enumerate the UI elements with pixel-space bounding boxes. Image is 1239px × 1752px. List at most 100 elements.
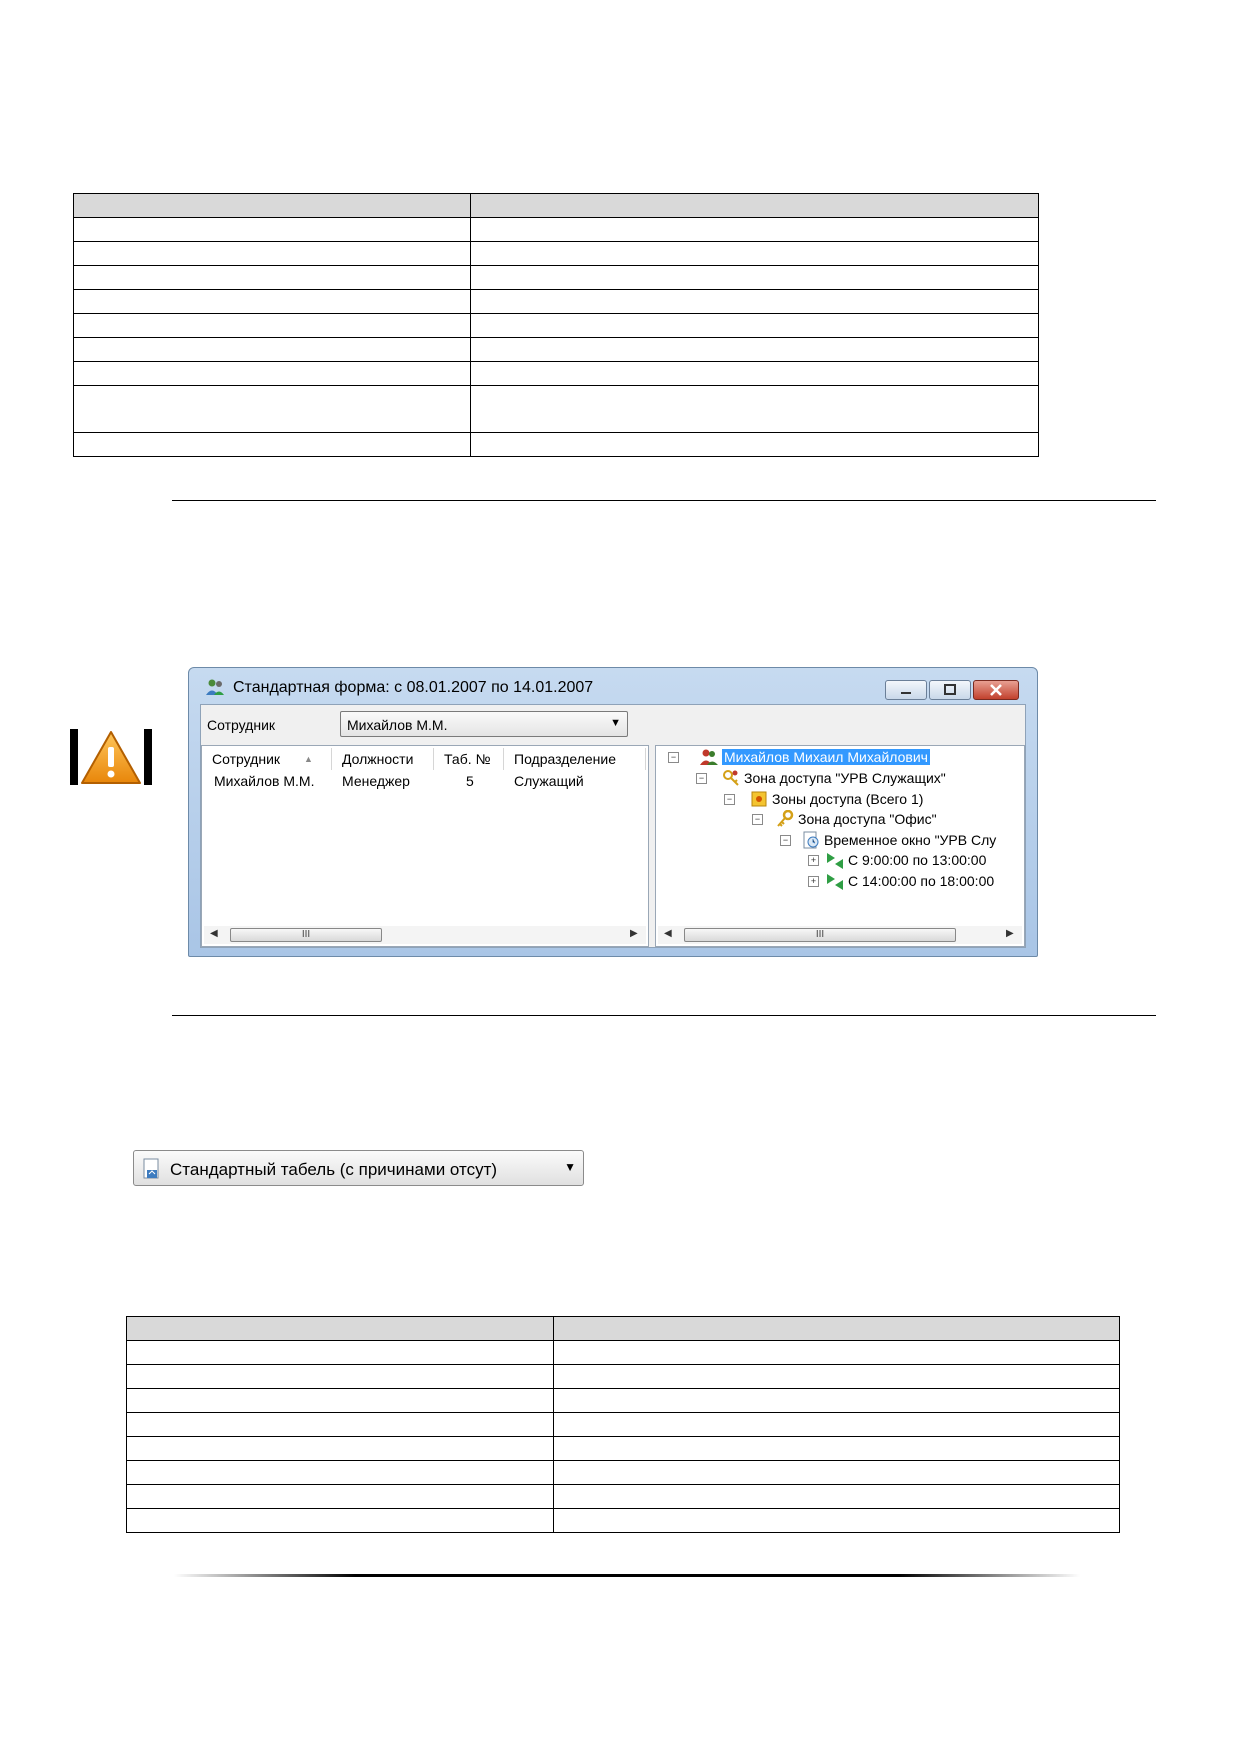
table-cell: [73, 361, 471, 386]
table-cell: [126, 1388, 554, 1413]
table-cell: [553, 1508, 1120, 1533]
table-cell: [73, 193, 471, 218]
table-row: [73, 289, 1039, 314]
table-top: [73, 193, 1039, 457]
employee-select-value: Михайлов М.М.: [347, 717, 448, 733]
table-row: [126, 1436, 1120, 1461]
table-row: [73, 265, 1039, 290]
cell-tab-number: 5: [466, 773, 474, 789]
chevron-down-icon[interactable]: ▼: [564, 1160, 576, 1174]
tree-node-label: Зона доступа "УРВ Служащих": [744, 770, 946, 786]
table-bottom: [126, 1316, 1120, 1533]
table-header-row: [126, 1316, 1120, 1341]
table-cell: [73, 217, 471, 242]
table-cell: [553, 1460, 1120, 1485]
column-header-label: Сотрудник: [212, 751, 281, 767]
table-cell: [73, 313, 471, 338]
column-header-tab-number[interactable]: Таб. №: [434, 748, 504, 770]
scroll-right-icon[interactable]: ▶: [1006, 928, 1014, 939]
column-header-employee[interactable]: Сотрудник ▲: [202, 748, 332, 770]
collapse-icon[interactable]: −: [668, 752, 679, 763]
table-cell: [470, 313, 1039, 338]
table-cell: [73, 265, 471, 290]
horizontal-scrollbar[interactable]: ◀ III ▶: [658, 926, 1022, 944]
dialog-client-area: Сотрудник Михайлов М.М. ▼ Сотрудник ▲ До…: [200, 704, 1026, 948]
table-row: [126, 1364, 1120, 1389]
table-row: [126, 1388, 1120, 1413]
table-cell: [553, 1364, 1120, 1389]
table-cell: [126, 1340, 554, 1365]
column-header-position[interactable]: Должности: [332, 748, 434, 770]
table-row: [126, 1460, 1120, 1485]
table-cell: [553, 1436, 1120, 1461]
employee-list[interactable]: Сотрудник ▲ Должности Таб. № Подразделен…: [201, 745, 649, 947]
table-cell: [126, 1508, 554, 1533]
close-icon: [990, 684, 1002, 696]
table-cell: [73, 385, 471, 433]
table-row: [73, 432, 1039, 457]
maximize-icon: [944, 684, 956, 695]
table-cell: [553, 1340, 1120, 1365]
table-cell: [553, 1412, 1120, 1437]
interval-icon: [827, 874, 843, 890]
table-cell: [126, 1484, 554, 1509]
zones-folder-icon: [751, 791, 767, 807]
horizontal-scrollbar[interactable]: ◀ III ▶: [204, 926, 646, 944]
report-dialog-window: Стандартная форма: с 08.01.2007 по 14.01…: [188, 667, 1038, 957]
report-document-icon: [143, 1158, 159, 1179]
maximize-button[interactable]: [929, 680, 971, 700]
employee-icon: [700, 749, 718, 765]
scroll-left-icon[interactable]: ◀: [664, 928, 672, 939]
tree-node-label: Временное окно "УРВ Слу: [824, 832, 997, 848]
scroll-left-icon[interactable]: ◀: [210, 928, 218, 939]
tree-node-label: Зоны доступа (Всего 1): [772, 791, 924, 807]
warning-icon: [70, 729, 152, 785]
close-button[interactable]: [973, 680, 1019, 700]
table-cell: [470, 193, 1039, 218]
expand-icon[interactable]: +: [808, 876, 819, 887]
report-selector-label: Стандартный табель (с причинами отсут): [170, 1160, 498, 1179]
table-cell: [126, 1316, 554, 1341]
cell-employee: Михайлов М.М.: [214, 773, 315, 789]
table-cell: [553, 1316, 1120, 1341]
access-tree[interactable]: − Михайлов Михаил Михайлович − Зона дост…: [655, 745, 1025, 947]
collapse-icon[interactable]: −: [780, 835, 791, 846]
cell-position: Менеджер: [342, 773, 410, 789]
table-cell: [553, 1484, 1120, 1509]
collapse-icon[interactable]: −: [724, 794, 735, 805]
table-cell: [470, 265, 1039, 290]
table-cell: [470, 361, 1039, 386]
table-cell: [73, 241, 471, 266]
scroll-thumb[interactable]: III: [684, 928, 956, 942]
footer-rule: [174, 1574, 1080, 1577]
table-cell: [126, 1412, 554, 1437]
expand-icon[interactable]: +: [808, 855, 819, 866]
table-cell: [470, 289, 1039, 314]
collapse-icon[interactable]: −: [752, 814, 763, 825]
table-cell: [126, 1460, 554, 1485]
table-row: [73, 241, 1039, 266]
table-row: [126, 1484, 1120, 1509]
column-header-department[interactable]: Подразделение: [504, 748, 646, 770]
scroll-right-icon[interactable]: ▶: [630, 928, 638, 939]
table-row: [73, 337, 1039, 362]
collapse-icon[interactable]: −: [696, 773, 707, 784]
table-cell: [470, 241, 1039, 266]
table-cell: [126, 1364, 554, 1389]
interval-icon: [827, 853, 843, 869]
report-selector-button[interactable]: Стандартный табель (с причинами отсут) ▼: [133, 1150, 584, 1186]
time-window-icon: [803, 831, 819, 849]
table-row: [73, 385, 1039, 433]
table-row: [126, 1508, 1120, 1533]
tree-node-label: Михайлов Михаил Михайлович: [722, 749, 930, 765]
employee-select[interactable]: Михайлов М.М. ▼: [340, 711, 628, 737]
title-bar[interactable]: Стандартная форма: с 08.01.2007 по 14.01…: [189, 668, 1037, 702]
chevron-down-icon: ▼: [610, 717, 621, 729]
users-icon: [206, 679, 224, 695]
table-cell: [470, 432, 1039, 457]
scroll-thumb[interactable]: III: [230, 928, 382, 942]
cell-department: Служащий: [514, 773, 584, 789]
key-icon: [777, 810, 794, 827]
minimize-button[interactable]: [885, 680, 927, 700]
employee-label: Сотрудник: [207, 717, 276, 733]
